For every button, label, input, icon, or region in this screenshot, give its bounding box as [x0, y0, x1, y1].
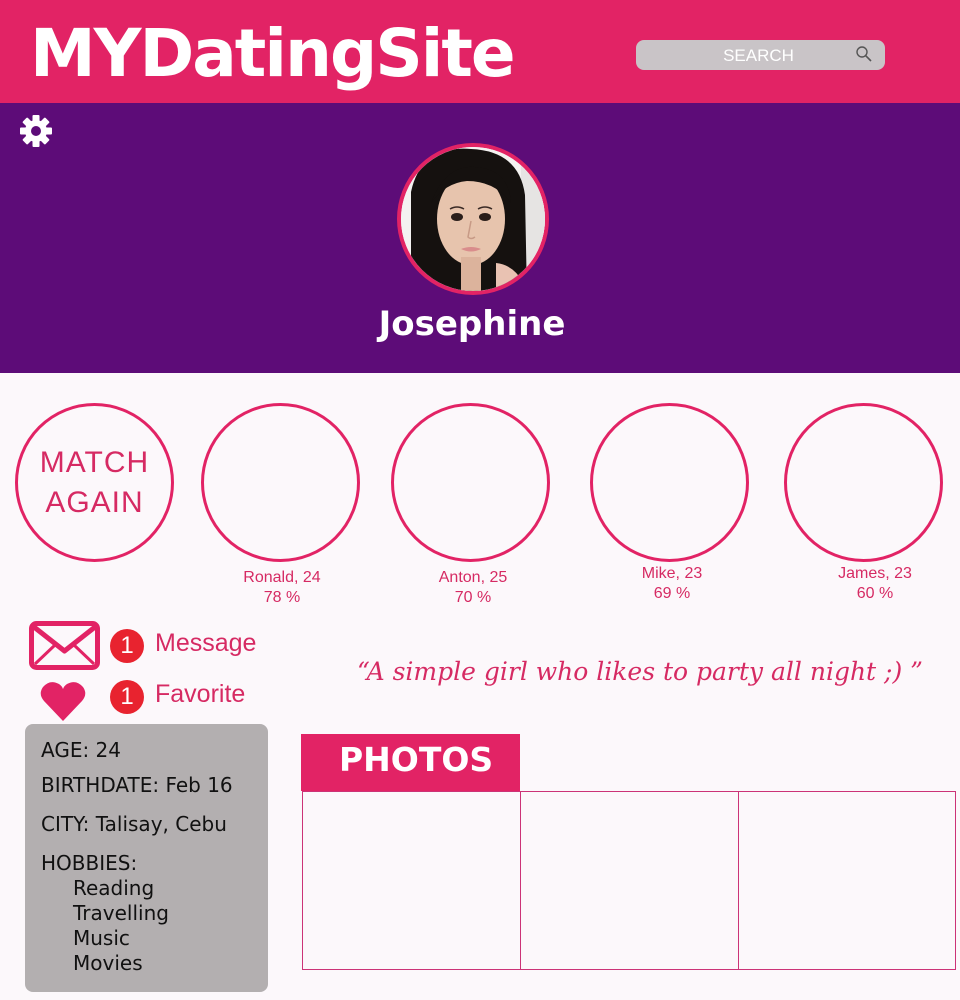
- match-percent: 60 %: [856, 585, 894, 602]
- favorite-count-badge: 1: [110, 680, 144, 714]
- match-avatar-ronald[interactable]: [201, 403, 360, 562]
- search-icon[interactable]: [855, 45, 873, 63]
- photo-slot[interactable]: [302, 791, 521, 970]
- hobby-item: Reading: [73, 876, 155, 900]
- match-avatar-james[interactable]: [784, 403, 943, 562]
- match-percent: 69 %: [653, 585, 691, 602]
- message-count-badge: 1: [110, 629, 144, 663]
- heart-icon[interactable]: [40, 680, 86, 722]
- match-card-mike[interactable]: Mike, 23 69 %: [592, 564, 752, 604]
- match-card-james[interactable]: James, 23 60 %: [795, 564, 955, 604]
- match-name: Anton, 25: [438, 569, 508, 586]
- hobby-item: Movies: [73, 951, 143, 975]
- gear-icon[interactable]: [19, 114, 53, 148]
- photos-title: PHOTOS: [339, 740, 494, 779]
- hobbies-title: HOBBIES:: [41, 851, 138, 875]
- search-bar[interactable]: SEARCH: [636, 40, 885, 70]
- photo-slot[interactable]: [738, 791, 956, 970]
- match-name: James, 23: [838, 565, 912, 582]
- match-percent: 70 %: [454, 589, 492, 606]
- search-placeholder[interactable]: SEARCH: [636, 46, 881, 66]
- hobby-item: Travelling: [73, 901, 169, 925]
- match-card-ronald[interactable]: Ronald, 24 78 %: [202, 568, 362, 608]
- match-percent: 78 %: [263, 589, 301, 606]
- profile-info-card: AGE: 24 BIRTHDATE: Feb 16 CITY: Talisay,…: [25, 724, 268, 992]
- match-avatar-mike[interactable]: [590, 403, 749, 562]
- message-link[interactable]: Message: [155, 629, 256, 658]
- site-logo[interactable]: MYDatingSite: [30, 8, 516, 100]
- avatar-photo: [401, 147, 545, 291]
- match-again-button[interactable]: MATCH AGAIN: [15, 403, 174, 562]
- match-name: Ronald, 24: [243, 569, 321, 586]
- match-again-label: MATCH AGAIN: [39, 445, 150, 519]
- photo-slot[interactable]: [520, 791, 739, 970]
- hobby-item: Music: [73, 926, 130, 950]
- city-field: CITY: Talisay, Cebu: [41, 812, 227, 836]
- profile-name: Josephine: [378, 304, 566, 344]
- match-name: Mike, 23: [641, 565, 703, 582]
- mail-icon[interactable]: [29, 621, 100, 670]
- age-field: AGE: 24: [41, 738, 122, 762]
- profile-avatar[interactable]: [397, 143, 549, 295]
- birthdate-field: BIRTHDATE: Feb 16: [41, 773, 233, 797]
- favorite-link[interactable]: Favorite: [155, 680, 245, 709]
- match-card-anton[interactable]: Anton, 25 70 %: [393, 568, 553, 608]
- profile-quote: “A simple girl who likes to party all ni…: [357, 657, 923, 686]
- match-avatar-anton[interactable]: [391, 403, 550, 562]
